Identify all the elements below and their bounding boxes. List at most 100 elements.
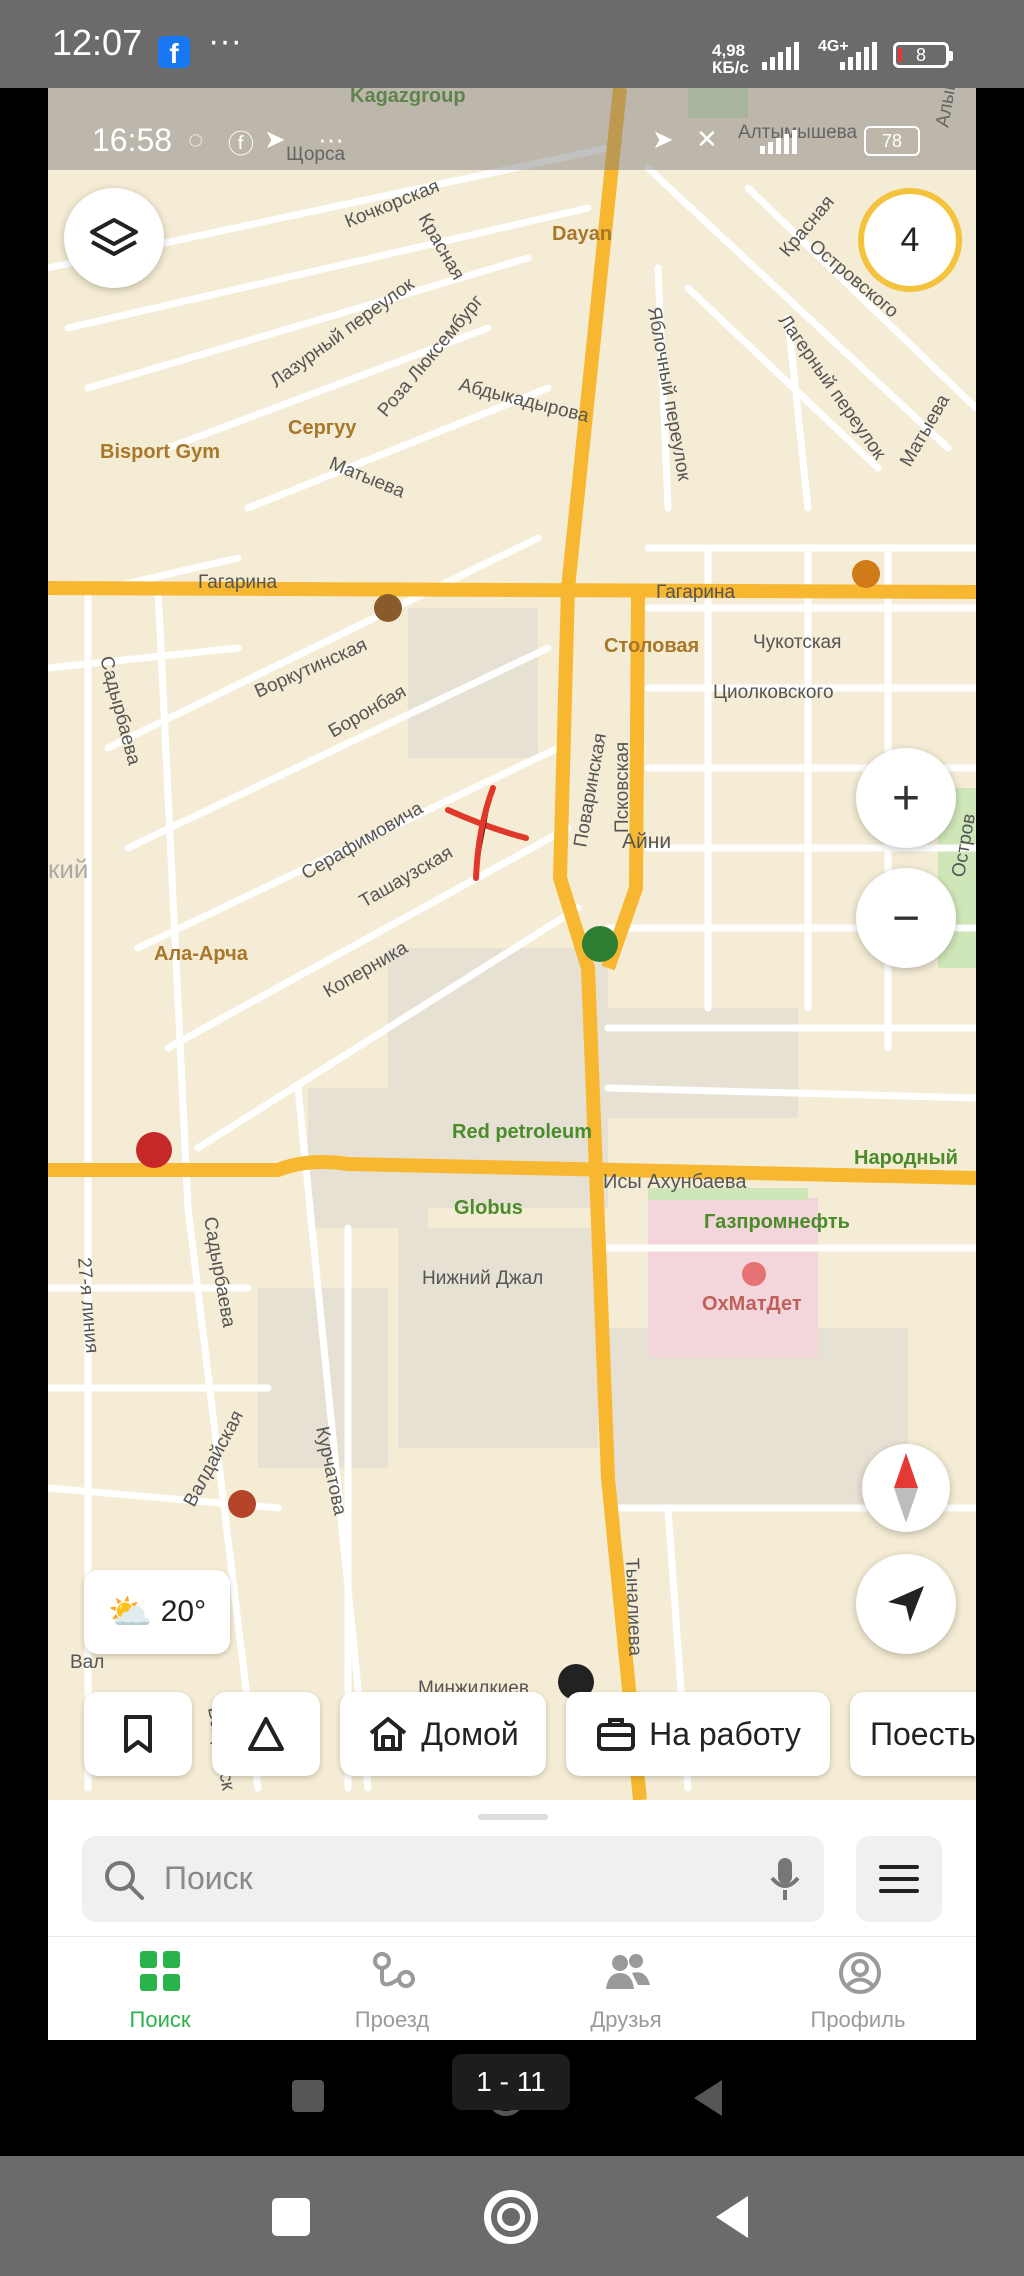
back-icon[interactable] xyxy=(712,2194,752,2240)
grid-icon xyxy=(140,1951,180,1991)
partly-cloudy-icon: ⛅ xyxy=(107,1591,153,1632)
signal-icon-2 xyxy=(840,42,877,70)
status-time: 12:07 xyxy=(52,22,143,63)
more-notifications-icon: ··· xyxy=(318,124,344,154)
police-icon xyxy=(852,560,880,588)
signal-icon xyxy=(760,130,797,154)
net-speed: 4,98 КБ/с xyxy=(712,42,749,76)
street-tsiolkovskogo: Циолковского xyxy=(713,682,834,703)
poi-triangle-icon xyxy=(228,1490,256,1518)
outer-navigation-bar xyxy=(0,2156,1024,2276)
weather-temp: 20° xyxy=(160,1595,207,1628)
location-icon: ➤ xyxy=(652,124,674,154)
inner-navigation-bar: 1 - 11 xyxy=(0,2040,1024,2156)
zoom-out-button[interactable]: − xyxy=(856,868,956,968)
home-chip[interactable]: Домой xyxy=(340,1692,546,1776)
key-poi-icon xyxy=(136,1132,172,1168)
facebook-icon: ⓕ xyxy=(228,129,255,159)
inner-status-time: 16:58 xyxy=(92,122,173,158)
home-chip-label: Домой xyxy=(421,1715,519,1752)
inner-battery-icon: 78 xyxy=(864,126,920,156)
compass-button[interactable] xyxy=(862,1444,950,1532)
layers-icon xyxy=(90,218,138,256)
page-indicator: 1 - 11 xyxy=(452,2054,570,2110)
weather-widget[interactable]: ⛅ 20° xyxy=(84,1570,230,1654)
layers-button[interactable] xyxy=(64,188,164,288)
briefcase-icon xyxy=(597,1718,636,1751)
back-icon[interactable] xyxy=(690,2078,726,2118)
phone-screen: Гагарина Гагарина Воркутинская Боронбая … xyxy=(48,88,976,2040)
compass-icon xyxy=(894,1453,918,1523)
region-kiy: кий xyxy=(48,854,88,884)
more-notifications-icon: ··· xyxy=(208,22,242,60)
badge-count[interactable]: 4 xyxy=(858,188,962,292)
telegram-icon: ➤ xyxy=(264,124,286,154)
triangle-icon xyxy=(248,1717,284,1751)
tab-profile-label: Профиль xyxy=(810,2007,906,2032)
tab-search-label: Поиск xyxy=(129,2007,191,2032)
bookmarks-chip[interactable] xyxy=(84,1692,192,1776)
poi-okhmatdet: ОхМатДет xyxy=(702,1293,802,1315)
tab-route[interactable]: Проезд xyxy=(292,1937,492,2040)
poi-narodny: Народный xyxy=(854,1147,958,1169)
restaurant-poi-icon xyxy=(374,594,402,622)
net-speed-unit: КБ/с xyxy=(712,58,749,77)
poi-dayan: Dayan xyxy=(552,223,612,245)
zoom-in-button[interactable]: + xyxy=(856,748,956,848)
street-tynalieva: Тыналиева xyxy=(621,1557,645,1656)
mute-icon: ✕ xyxy=(696,124,718,154)
facebook-icon: f xyxy=(158,36,190,69)
map-view[interactable]: Гагарина Гагарина Воркутинская Боронбая … xyxy=(48,88,976,1800)
eat-chip[interactable]: Поесть xyxy=(850,1692,976,1776)
menu-button[interactable] xyxy=(856,1836,942,1922)
street-aini: Айни xyxy=(622,830,671,853)
work-chip[interactable]: На работу xyxy=(566,1692,830,1776)
work-chip-label: На работу xyxy=(649,1715,801,1752)
bookmark-icon xyxy=(124,1715,152,1753)
street-gagarina-left: Гагарина xyxy=(198,572,278,593)
poi-gazprom: Газпромнефть xyxy=(704,1211,850,1233)
search-input[interactable]: Поиск xyxy=(82,1836,824,1922)
tab-friends[interactable]: Друзья xyxy=(526,1937,726,2040)
recents-icon[interactable] xyxy=(272,2198,310,2236)
tab-friends-label: Друзья xyxy=(590,2007,662,2032)
hamburger-icon xyxy=(879,1865,919,1893)
street-chukotskaya: Чукотская xyxy=(753,632,841,653)
places-chip[interactable] xyxy=(212,1692,320,1776)
navigation-arrow-icon xyxy=(888,1586,924,1622)
okhmatdet-icon xyxy=(742,1262,766,1286)
whatsapp-icon: ◌ xyxy=(188,124,204,154)
tab-profile[interactable]: Профиль xyxy=(758,1937,958,2040)
plus-icon: + xyxy=(891,771,921,825)
home-circle-icon[interactable] xyxy=(484,2190,538,2244)
street-gagarina-right: Гагарина xyxy=(656,582,736,603)
recents-icon[interactable] xyxy=(292,2080,324,2112)
microphone-icon[interactable] xyxy=(768,1856,802,1902)
bottom-sheet: Поиск Поиск Проезд Друзья Профиль xyxy=(48,1800,976,2040)
poi-red-petroleum: Red petroleum xyxy=(452,1121,592,1143)
minus-icon: − xyxy=(891,891,921,945)
poi-stolovaya: Столовая xyxy=(604,635,699,657)
profile-icon xyxy=(839,1952,881,1994)
tab-search[interactable]: Поиск xyxy=(60,1937,260,2040)
battery-icon: 8 xyxy=(893,42,953,68)
poi-globus: Globus xyxy=(454,1197,523,1219)
eat-chip-label: Поесть xyxy=(870,1715,976,1752)
hospital-icon xyxy=(582,926,618,962)
poi-serguu: Сергуу xyxy=(288,417,357,439)
sheet-handle[interactable] xyxy=(478,1814,548,1820)
district-nizhny-dzhal: Нижний Джал xyxy=(422,1268,543,1289)
net-speed-value: 4,98 xyxy=(712,41,746,60)
tab-bar: Поиск Проезд Друзья Профиль xyxy=(48,1936,976,2040)
my-location-button[interactable] xyxy=(856,1554,956,1654)
signal-icon xyxy=(762,42,799,70)
street-pskovskaya: Псковская xyxy=(612,742,633,833)
route-icon xyxy=(373,1952,415,1988)
street-isy-akhunbaeva: Исы Ахунбаева xyxy=(603,1171,747,1193)
tab-route-label: Проезд xyxy=(354,2007,430,2032)
search-placeholder: Поиск xyxy=(164,1860,253,1896)
home-icon xyxy=(369,1717,407,1751)
inner-status-bar: 16:58 ◌ ⓕ ➤ ··· ➤ ✕ 78 xyxy=(48,88,976,170)
friends-icon xyxy=(606,1954,650,1989)
poi-bisport: Bisport Gym xyxy=(100,441,220,463)
